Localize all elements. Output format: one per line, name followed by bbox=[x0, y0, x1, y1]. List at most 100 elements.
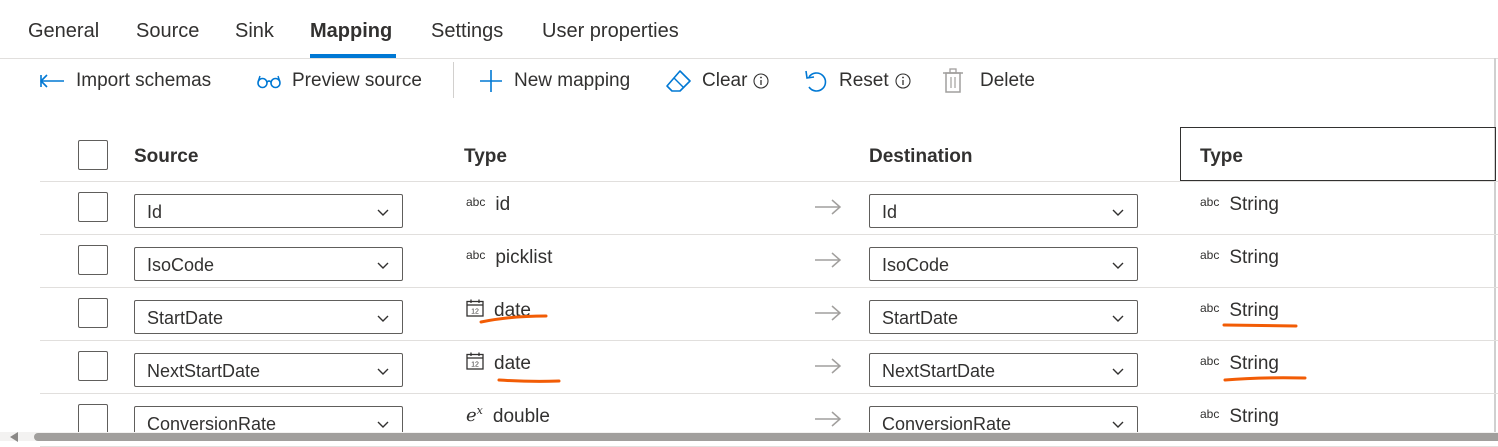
destination-type-label: String bbox=[1229, 300, 1279, 321]
mapping-arrow-icon bbox=[814, 198, 842, 221]
table-row: StartDate 12 date StartDate abc String bbox=[0, 288, 1498, 341]
destination-column-dropdown[interactable]: NextStartDate bbox=[869, 353, 1138, 387]
mapping-arrow-icon bbox=[814, 251, 842, 274]
destination-type-cell: abc String bbox=[1200, 300, 1279, 322]
tab-general[interactable]: General bbox=[28, 20, 99, 43]
source-type-label: double bbox=[492, 406, 550, 427]
svg-text:12: 12 bbox=[471, 362, 479, 369]
chevron-down-icon bbox=[1111, 311, 1125, 329]
destination-column-value: IsoCode bbox=[882, 255, 950, 275]
source-type-cell: abc picklist bbox=[466, 247, 552, 269]
destination-type-cell: abc String bbox=[1200, 194, 1279, 216]
source-type-cell: abc id bbox=[466, 194, 510, 216]
reset-info-icon[interactable] bbox=[895, 73, 911, 89]
svg-text:12: 12 bbox=[471, 309, 479, 316]
abc-icon: abc bbox=[1200, 354, 1220, 368]
tab-bar: General Source Sink Mapping Settings Use… bbox=[0, 0, 1498, 59]
source-column-value: Id bbox=[147, 202, 163, 222]
source-type-label: date bbox=[494, 353, 531, 374]
destination-type-label: String bbox=[1229, 353, 1279, 374]
destination-column-dropdown[interactable]: IsoCode bbox=[869, 247, 1138, 281]
clear-button[interactable]: Clear bbox=[666, 64, 769, 98]
tab-settings[interactable]: Settings bbox=[431, 20, 503, 43]
destination-column-dropdown[interactable]: StartDate bbox=[869, 300, 1138, 334]
source-column-dropdown[interactable]: IsoCode bbox=[134, 247, 403, 281]
destination-column-value: NextStartDate bbox=[882, 361, 996, 381]
toolbar-separator bbox=[453, 62, 454, 98]
clear-info-icon[interactable] bbox=[753, 73, 769, 89]
destination-type-cell: abc String bbox=[1200, 353, 1279, 375]
row-checkbox[interactable] bbox=[78, 192, 108, 222]
delete-button[interactable]: Delete bbox=[942, 64, 1035, 98]
table-row: NextStartDate 12 date NextStartDate abc Strin… bbox=[0, 341, 1498, 394]
tab-user-properties[interactable]: User properties bbox=[542, 20, 679, 43]
table-row: Id abc id Id abc String bbox=[0, 182, 1498, 235]
source-column-dropdown[interactable]: StartDate bbox=[134, 300, 403, 334]
exponent-icon: ex bbox=[466, 404, 483, 426]
destination-type-label: String bbox=[1229, 247, 1279, 268]
preview-source-label: Preview source bbox=[292, 70, 422, 91]
row-checkbox[interactable] bbox=[78, 404, 108, 434]
chevron-down-icon bbox=[1111, 364, 1125, 382]
source-type-cell: 12 date bbox=[466, 352, 531, 375]
abc-icon: abc bbox=[1200, 248, 1220, 262]
source-type-label: id bbox=[495, 194, 511, 215]
source-type-column-header[interactable]: Type bbox=[464, 146, 507, 168]
preview-source-button[interactable]: Preview source bbox=[256, 64, 422, 98]
tab-source[interactable]: Source bbox=[136, 20, 199, 43]
destination-type-label: String bbox=[1229, 194, 1279, 215]
reset-label: Reset bbox=[839, 70, 889, 91]
destination-type-cell: abc String bbox=[1200, 406, 1279, 428]
source-column-header[interactable]: Source bbox=[134, 146, 198, 168]
destination-type-column-header[interactable]: Type bbox=[1200, 146, 1243, 168]
source-column-value: NextStartDate bbox=[147, 361, 261, 381]
plus-icon bbox=[478, 68, 504, 94]
abc-icon: abc bbox=[466, 195, 486, 209]
import-schemas-label: Import schemas bbox=[76, 70, 212, 91]
table-row: IsoCode abc picklist IsoCode abc String bbox=[0, 235, 1498, 288]
destination-column-header[interactable]: Destination bbox=[869, 146, 972, 168]
select-all-checkbox[interactable] bbox=[78, 140, 108, 170]
import-schemas-button[interactable]: Import schemas bbox=[40, 64, 211, 98]
chevron-down-icon bbox=[1111, 258, 1125, 276]
glasses-icon bbox=[256, 73, 282, 89]
trash-icon bbox=[942, 68, 964, 94]
horizontal-scrollbar-thumb[interactable] bbox=[34, 433, 1498, 441]
delete-label: Delete bbox=[980, 70, 1035, 91]
reset-button[interactable]: Reset bbox=[803, 64, 911, 98]
source-type-label: picklist bbox=[495, 247, 553, 268]
destination-type-cell: abc String bbox=[1200, 247, 1279, 269]
destination-column-value: Id bbox=[882, 202, 898, 222]
row-checkbox[interactable] bbox=[78, 298, 108, 328]
source-type-label: date bbox=[494, 300, 531, 321]
destination-column-value: StartDate bbox=[882, 308, 959, 328]
source-column-value: StartDate bbox=[147, 308, 224, 328]
source-column-dropdown[interactable]: Id bbox=[134, 194, 403, 228]
abc-icon: abc bbox=[1200, 301, 1220, 315]
destination-type-label: String bbox=[1229, 406, 1279, 427]
chevron-down-icon bbox=[376, 311, 390, 329]
abc-icon: abc bbox=[466, 248, 486, 262]
mapping-arrow-icon bbox=[814, 357, 842, 380]
row-checkbox[interactable] bbox=[78, 245, 108, 275]
abc-icon: abc bbox=[1200, 195, 1220, 209]
calendar-icon: 12 bbox=[466, 352, 484, 370]
clear-label: Clear bbox=[702, 70, 748, 91]
tab-mapping[interactable]: Mapping bbox=[310, 20, 392, 43]
chevron-down-icon bbox=[376, 258, 390, 276]
import-arrow-icon bbox=[40, 73, 66, 89]
source-column-value: IsoCode bbox=[147, 255, 215, 275]
new-mapping-label: New mapping bbox=[514, 70, 631, 91]
row-checkbox[interactable] bbox=[78, 351, 108, 381]
eraser-icon bbox=[666, 69, 692, 93]
chevron-down-icon bbox=[376, 205, 390, 223]
new-mapping-button[interactable]: New mapping bbox=[478, 64, 630, 98]
destination-column-dropdown[interactable]: Id bbox=[869, 194, 1138, 228]
source-column-dropdown[interactable]: NextStartDate bbox=[134, 353, 403, 387]
chevron-down-icon bbox=[376, 364, 390, 382]
tab-sink[interactable]: Sink bbox=[235, 20, 274, 43]
chevron-down-icon bbox=[1111, 205, 1125, 223]
source-type-cell: ex double bbox=[466, 404, 550, 428]
undo-icon bbox=[803, 68, 829, 94]
source-type-cell: 12 date bbox=[466, 299, 531, 322]
